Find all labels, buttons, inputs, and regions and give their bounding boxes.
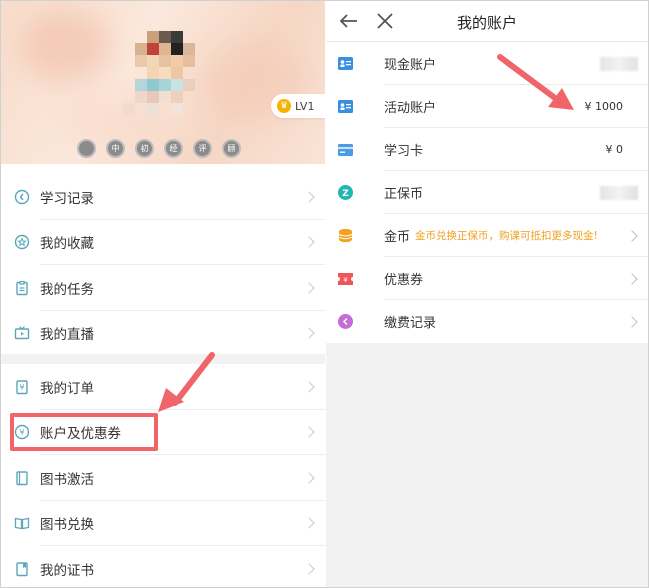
account-label: 活动账户 (384, 101, 437, 116)
menu-item-label: 我的任务 (40, 281, 94, 298)
gold-coin-icon (338, 228, 353, 243)
svg-text:¥: ¥ (343, 276, 348, 284)
account-row-zhengbao-coin[interactable]: Z 正保币 (326, 171, 648, 214)
chevron-right-icon (626, 229, 638, 242)
gold-coin-promo-note: 金币兑换正保币，购课可抵扣更多现金! (415, 230, 598, 242)
achievement-badge[interactable]: 评 (193, 139, 212, 158)
menu-item-label: 学习记录 (40, 190, 94, 207)
account-label: 缴费记录 (384, 316, 437, 331)
account-label: 现金账户 (384, 58, 437, 73)
chevron-right-icon (303, 282, 315, 294)
profile-header: ♛ LV1 中 初 经 评 顾 (1, 1, 325, 164)
menu-item-tasks[interactable]: 我的任务 (1, 265, 325, 311)
crown-icon: ♛ (277, 99, 291, 113)
my-account-panel: 我的账户 现金账户 活动账户 ¥ 1000 学习卡 ¥ 0 Z 正保币 金币 金… (326, 1, 648, 587)
menu-item-label: 我的收藏 (40, 236, 94, 253)
menu-item-label: 图书兑换 (40, 517, 94, 534)
account-row-gold-coin[interactable]: 金币 金币兑换正保币，购课可抵扣更多现金! (326, 214, 648, 257)
chevron-right-icon (303, 327, 315, 339)
menu-item-label: 图书激活 (40, 471, 94, 488)
chevron-right-icon (303, 563, 315, 575)
chevron-right-icon (303, 517, 315, 529)
account-row-study-card[interactable]: 学习卡 ¥ 0 (326, 128, 648, 171)
menu-item-orders[interactable]: ¥ 我的订单 (1, 364, 325, 410)
menu-item-certificates[interactable]: 我的证书 (1, 546, 325, 587)
star-icon (14, 234, 30, 250)
chevron-right-icon (303, 381, 315, 393)
chevron-right-icon (303, 426, 315, 438)
achievement-badge[interactable]: 经 (164, 139, 183, 158)
book-activate-icon (14, 470, 30, 486)
account-row-payment-records[interactable]: 缴费记录 (326, 300, 648, 343)
chevron-right-icon (303, 236, 315, 248)
level-badge[interactable]: ♛ LV1 (271, 94, 325, 118)
svg-text:¥: ¥ (19, 383, 24, 392)
account-balance: ¥ 1000 (584, 100, 624, 113)
achievement-badge[interactable]: 中 (106, 139, 125, 158)
clock-icon (14, 189, 30, 205)
achievement-badges: 中 初 经 评 顾 (77, 139, 241, 158)
id-card-icon (338, 99, 353, 114)
clipboard-icon (14, 280, 30, 296)
page-title: 我的账户 (456, 14, 517, 32)
certificate-icon (14, 561, 30, 577)
menu-item-book-activate[interactable]: 图书激活 (1, 455, 325, 501)
account-row-activity[interactable]: 活动账户 ¥ 1000 (326, 85, 648, 128)
chevron-right-icon (626, 315, 638, 328)
coupon-icon: ¥ (338, 271, 353, 286)
section-divider (1, 354, 325, 364)
menu-item-label: 我的证书 (40, 562, 94, 579)
redacted-value (600, 185, 638, 200)
account-list: 现金账户 活动账户 ¥ 1000 学习卡 ¥ 0 Z 正保币 金币 金币兑换正保… (326, 42, 648, 343)
menu-group-learning: 学习记录 我的收藏 我的任务 我的直播 (1, 174, 325, 356)
account-row-coupons[interactable]: ¥ 优惠券 (326, 257, 648, 300)
account-label: 正保币 (384, 187, 424, 202)
account-row-cash[interactable]: 现金账户 (326, 42, 648, 85)
achievement-badge[interactable]: 初 (135, 139, 154, 158)
menu-item-label: 我的直播 (40, 327, 94, 344)
menu-item-study-record[interactable]: 学习记录 (1, 174, 325, 220)
book-exchange-icon (14, 515, 30, 531)
top-bar: 我的账户 (326, 1, 648, 42)
tv-icon (14, 325, 30, 341)
menu-item-label: 我的订单 (40, 380, 94, 397)
menu-group-orders: ¥ 我的订单 ¥ 账户及优惠券 图书激活 图书兑换 我的证书 (1, 364, 325, 587)
chevron-right-icon (303, 191, 315, 203)
id-card-icon (338, 56, 353, 71)
chevron-right-icon (303, 472, 315, 484)
order-icon: ¥ (14, 379, 30, 395)
payment-record-icon (338, 314, 353, 329)
card-icon (338, 142, 353, 157)
redacted-value (600, 56, 638, 71)
achievement-badge[interactable] (77, 139, 96, 158)
chevron-right-icon (626, 272, 638, 285)
achievement-badge[interactable]: 顾 (222, 139, 241, 158)
level-label: LV1 (295, 99, 315, 113)
z-coin-icon: Z (338, 185, 353, 200)
annotation-highlight-box (10, 413, 158, 451)
avatar[interactable] (123, 31, 203, 126)
menu-item-favorites[interactable]: 我的收藏 (1, 220, 325, 266)
menu-item-book-exchange[interactable]: 图书兑换 (1, 501, 325, 547)
account-balance: ¥ 0 (605, 143, 624, 156)
menu-item-live[interactable]: 我的直播 (1, 311, 325, 357)
account-label: 学习卡 (384, 144, 424, 159)
profile-menu-panel: ♛ LV1 中 初 经 评 顾 学习记录 我的收藏 我的任务 我的直播 ¥ 我的… (1, 1, 325, 587)
svg-text:Z: Z (342, 189, 349, 199)
account-label: 金币 (384, 230, 411, 245)
account-label: 优惠券 (384, 273, 424, 288)
